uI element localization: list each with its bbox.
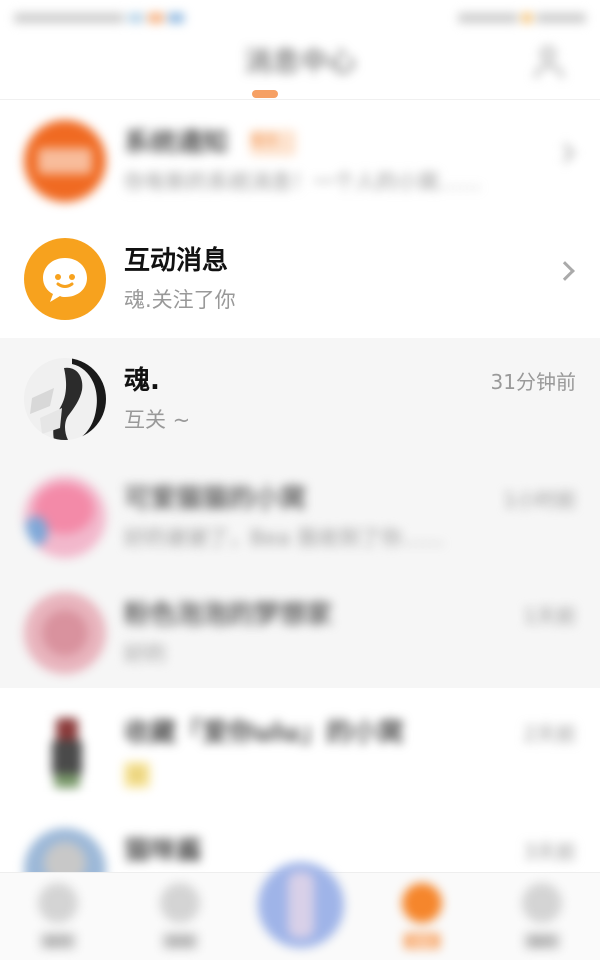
list-item-conversation[interactable]: 可爱猫猫的小窝 好的谢谢了，Bea 我收到了你…… 1小时前: [0, 456, 600, 574]
row-title: 可爱猫猫的小窝: [124, 484, 307, 514]
profile-icon: [522, 883, 562, 923]
home-icon: [38, 883, 78, 923]
nav-mine[interactable]: 我的: [512, 881, 572, 957]
row-preview: 好的: [124, 642, 166, 666]
chevron-right-icon: [555, 261, 575, 281]
system-notice-icon: [24, 120, 106, 202]
avatar: [24, 710, 106, 792]
official-badge: 官方: [250, 130, 296, 156]
nav-discover[interactable]: 发现: [150, 881, 210, 957]
status-bar-right: [446, 8, 586, 23]
center-avatar-button[interactable]: [258, 862, 344, 948]
row-time: 2天前: [523, 722, 576, 746]
row-time: 1天前: [523, 604, 576, 628]
row-preview: ☺: [124, 762, 150, 788]
top-header: 消息中心: [0, 30, 600, 100]
row-title: 魂.: [124, 366, 160, 396]
avatar: [24, 592, 106, 674]
row-preview: 好的谢谢了，Bea 我收到了你……: [124, 526, 444, 550]
discover-icon: [160, 883, 200, 923]
message-icon: [402, 883, 442, 923]
nav-home[interactable]: 首页: [28, 881, 88, 957]
status-bar: [0, 0, 600, 30]
list-item-conversation[interactable]: 魂. 互关 ~ 31分钟前: [0, 338, 600, 456]
page-title: 消息中心: [243, 45, 356, 78]
row-title: 系统通知: [124, 128, 229, 158]
row-title: 粉色泡泡的梦想家: [124, 600, 333, 630]
list-item-conversation[interactable]: 收藏「爱你ulu」的小窝 ☺ 2天前: [0, 690, 600, 808]
status-bar-left: [14, 8, 214, 23]
nav-home-label: 首页: [40, 933, 76, 949]
row-preview: 魂.关注了你: [124, 288, 236, 312]
row-preview: 互关 ~: [124, 408, 191, 432]
nav-messages[interactable]: 消息: [392, 881, 452, 957]
avatar: [24, 358, 106, 440]
row-time: 31分钟前: [490, 370, 576, 394]
chat-bubble-icon: [24, 238, 106, 320]
list-item-conversation[interactable]: 粉色泡泡的梦想家 好的 1天前: [0, 572, 600, 690]
nav-mine-label: 我的: [524, 933, 560, 949]
nav-messages-label: 消息: [404, 933, 440, 949]
list-item-system-notice[interactable]: 系统通知 官方 你有新的系统消息！一个人的小窝……: [0, 100, 600, 218]
contacts-icon[interactable]: [530, 44, 570, 80]
tab-indicator: [252, 90, 278, 98]
row-time: 3天前: [523, 840, 576, 864]
row-title: 互动消息: [124, 246, 229, 276]
avatar: [24, 828, 106, 872]
row-preview: 你有新的系统消息！一个人的小窝……: [124, 170, 481, 194]
nav-discover-label: 发现: [162, 933, 198, 949]
row-title: 猫咪酱: [124, 836, 203, 866]
chevron-right-icon: [555, 143, 575, 163]
list-item-interaction[interactable]: 互动消息 魂.关注了你: [0, 218, 600, 336]
avatar: [24, 476, 106, 558]
row-time: 1小时前: [503, 488, 576, 512]
row-title: 收藏「爱你ulu」的小窝: [124, 718, 404, 748]
